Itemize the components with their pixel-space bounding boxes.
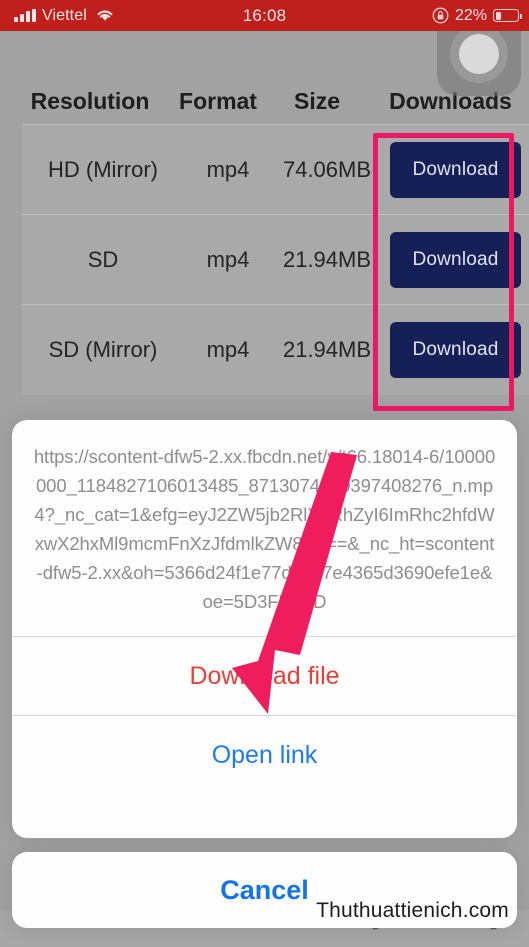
download-file-button[interactable]: Download file — [12, 637, 517, 715]
download-button[interactable]: Download — [390, 322, 521, 378]
table-row: SD (Mirror) mp4 21.94MB Download — [22, 305, 529, 395]
cell-format: mp4 — [206, 337, 250, 362]
action-sheet-url-text: https://scontent-dfw5-2.xx.fbcdn.net/v/t… — [33, 446, 496, 612]
open-link-button[interactable]: Open link — [12, 716, 517, 794]
cell-size: 21.94MB — [282, 246, 372, 272]
assistive-touch-core — [459, 34, 499, 74]
cell-download: Download — [382, 141, 529, 198]
column-header-resolution: Resolution — [30, 87, 150, 114]
download-button[interactable]: Download — [390, 231, 521, 288]
site-watermark: Thuthuattienich.com — [316, 899, 509, 922]
column-header-format: Format — [179, 87, 257, 114]
cell-format: mp4 — [206, 246, 250, 272]
link-action-sheet: https://scontent-dfw5-2.xx.fbcdn.net/v/t… — [12, 420, 517, 838]
status-bar-time: 16:08 — [242, 5, 287, 25]
cell-format: mp4 — [206, 156, 250, 182]
battery-icon — [493, 9, 522, 22]
cell-resolution: SD — [87, 246, 119, 272]
download-options-table: Resolution Format Size Downloads HD (Mir… — [0, 78, 529, 395]
cell-size: 21.94MB — [282, 337, 372, 362]
cell-download: Download — [382, 231, 529, 288]
assistive-touch-ring — [450, 25, 508, 83]
download-button[interactable]: Download — [390, 141, 521, 198]
status-bar: Viettel 16:08 22% — [0, 0, 529, 31]
cell-resolution: HD (Mirror) — [48, 156, 158, 182]
cell-size: 74.06MB — [282, 156, 372, 182]
column-header-size: Size — [293, 87, 341, 114]
table-row: HD (Mirror) mp4 74.06MB Download — [22, 125, 529, 215]
table-row: SD mp4 21.94MB Download — [22, 215, 529, 305]
cell-download: Download — [382, 322, 529, 378]
cell-resolution: SD (Mirror) — [48, 337, 158, 362]
table-body: HD (Mirror) mp4 74.06MB Download SD mp4 … — [22, 124, 529, 395]
